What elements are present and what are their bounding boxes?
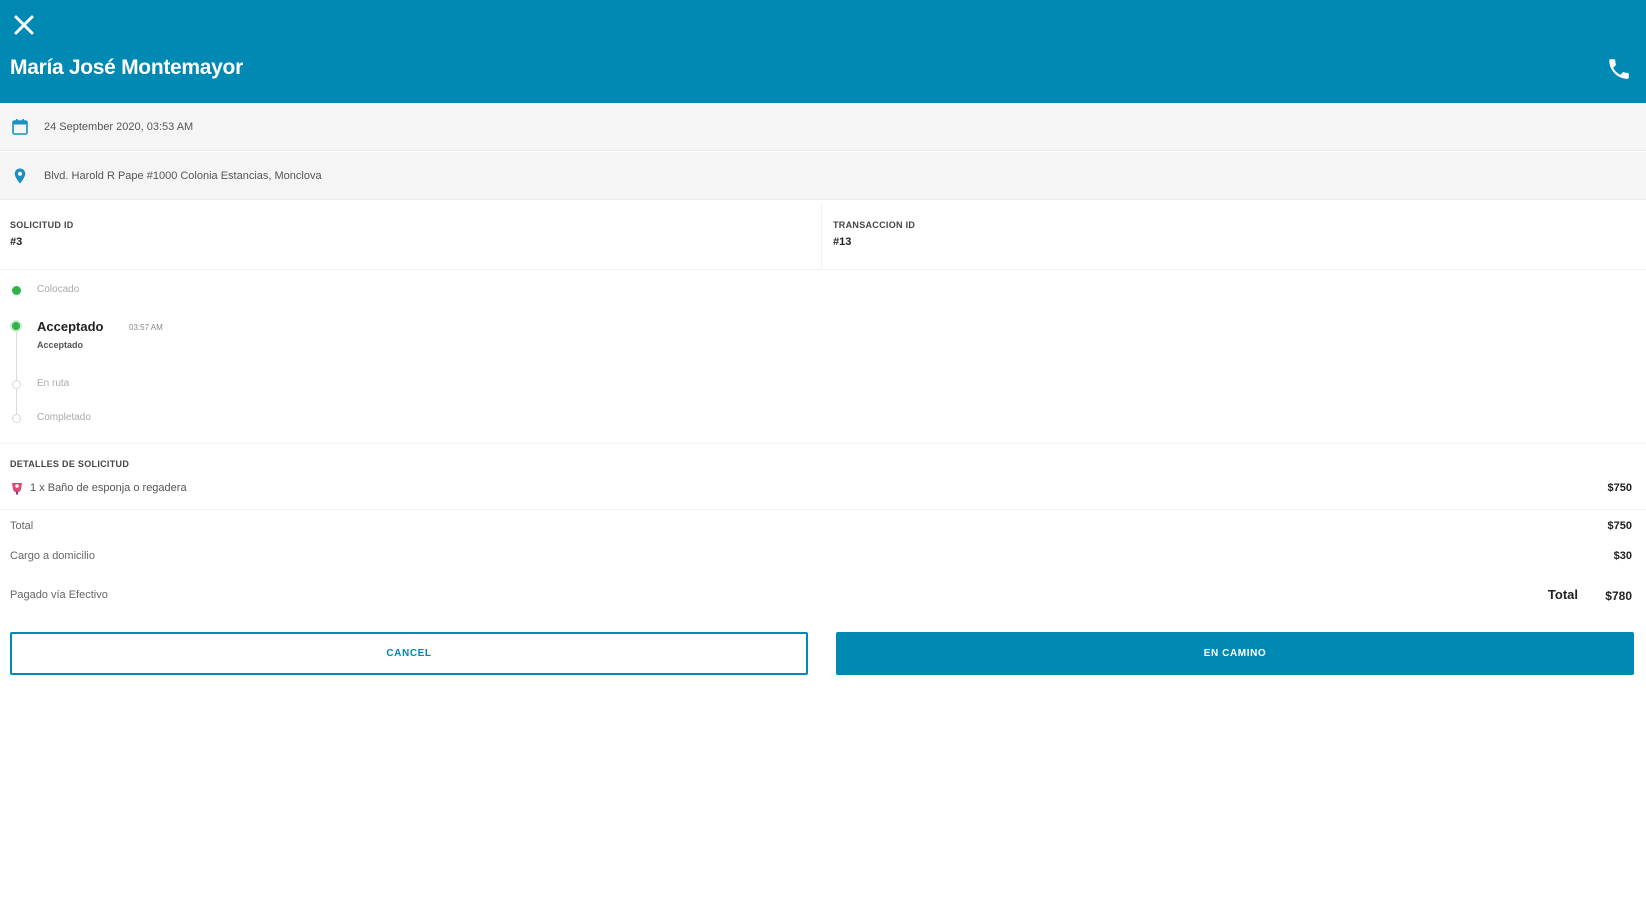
subtotal-label: Total: [10, 520, 34, 532]
timeline-step-placed: Colocado: [37, 284, 80, 295]
transaction-id-block: TRANSACCION ID #13: [823, 204, 1646, 270]
transaction-id-label: TRANSACCION ID: [833, 220, 916, 230]
phone-icon: [1609, 59, 1629, 79]
timeline-connector: [16, 326, 17, 416]
payment-method-label: Pagado vía Efectivo: [10, 589, 108, 601]
item-price: $750: [1607, 482, 1632, 494]
request-id-label: SOLICITUD ID: [10, 220, 74, 230]
service-icon: [12, 483, 22, 495]
timeline-dot-completed: [12, 414, 21, 423]
request-date: 24 September 2020, 03:53 AM: [44, 120, 194, 133]
calendar-icon: [12, 118, 28, 135]
delivery-fee-label: Cargo a domicilio: [10, 550, 95, 562]
transaction-id-value: #13: [833, 236, 852, 248]
app-header: María José Montemayor: [0, 0, 1646, 103]
close-icon: [14, 15, 34, 35]
request-id-value: #3: [10, 236, 23, 248]
item-description: 1 x Baño de esponja o regadera: [30, 482, 187, 494]
request-id-block: SOLICITUD ID #3: [0, 204, 822, 270]
id-section: SOLICITUD ID #3 TRANSACCION ID #13: [0, 204, 1646, 270]
status-timeline: Colocado Acceptado 03:57 AM Acceptado En…: [0, 270, 1646, 444]
timeline-step-accepted: Acceptado: [37, 319, 104, 334]
call-button[interactable]: [1606, 56, 1632, 82]
timeline-dot-accepted: [10, 320, 22, 332]
timeline-dot-en-route: [12, 380, 21, 389]
timeline-accepted-time: 03:57 AM: [129, 323, 163, 332]
request-address: Blvd. Harold R Pape #1000 Colonia Estanc…: [44, 169, 322, 182]
cancel-button[interactable]: CANCEL: [10, 632, 808, 675]
list-item: 1 x Baño de esponja o regadera $750: [0, 476, 1646, 510]
grand-total-value: $780: [1605, 589, 1632, 603]
close-button[interactable]: [11, 12, 37, 38]
en-camino-button[interactable]: EN CAMINO: [836, 632, 1634, 675]
date-row: 24 September 2020, 03:53 AM: [0, 103, 1646, 151]
customer-name-title: María José Montemayor: [10, 56, 243, 79]
details-title: DETALLES DE SOLICITUD: [10, 459, 130, 469]
location-pin-icon: [14, 168, 26, 183]
timeline-accepted-note: Acceptado: [37, 340, 84, 350]
delivery-fee-value: $30: [1613, 550, 1632, 562]
grand-total-label: Total: [1547, 587, 1578, 602]
timeline-step-en-route: En ruta: [37, 378, 70, 389]
address-row: Blvd. Harold R Pape #1000 Colonia Estanc…: [0, 152, 1646, 200]
timeline-step-completed: Completado: [37, 412, 91, 423]
timeline-dot-placed: [12, 286, 21, 295]
subtotal-value: $750: [1607, 520, 1632, 532]
